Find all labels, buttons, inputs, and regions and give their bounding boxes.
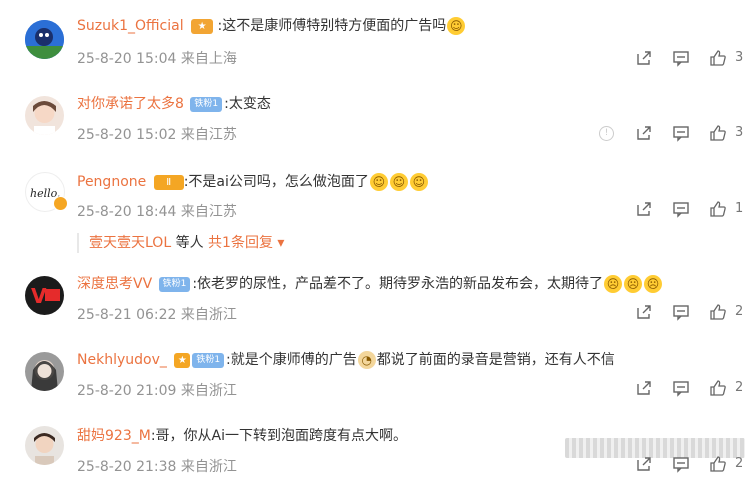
comment-text: :哥，你从Ai一下转到泡面跨度有点大啊。 xyxy=(150,428,407,444)
like-count: 3 xyxy=(735,50,744,65)
action-row: 2 xyxy=(0,379,751,399)
crying-emoji-icon: ☹ xyxy=(604,275,623,293)
like-icon[interactable] xyxy=(709,455,727,473)
action-row: 1 xyxy=(0,200,751,220)
comment-icon[interactable] xyxy=(672,49,690,67)
action-row: 2 xyxy=(0,455,751,475)
view-replies-link[interactable]: 共1条回复 ▾ xyxy=(208,235,284,251)
like-icon[interactable] xyxy=(709,303,727,321)
like-icon[interactable] xyxy=(709,124,727,142)
comment-icon[interactable] xyxy=(672,124,690,142)
like-count: 2 xyxy=(735,304,744,319)
comment-icon[interactable] xyxy=(672,455,690,473)
username[interactable]: 深度思考VV xyxy=(77,276,152,292)
username[interactable]: Suzuk1_Official xyxy=(77,18,184,34)
share-icon[interactable] xyxy=(635,200,653,218)
crying-emoji-icon: ☹ xyxy=(624,275,643,293)
share-icon[interactable] xyxy=(635,455,653,473)
username[interactable]: Nekhlyudov_ xyxy=(77,352,167,368)
reply-summary[interactable]: 壹天壹天LOL 等人 共1条回复 ▾ xyxy=(77,233,284,253)
member-crown-icon: Ⅱ xyxy=(153,174,184,190)
like-count: 1 xyxy=(735,201,744,216)
comment-icon[interactable] xyxy=(672,379,690,397)
comment-text-cont: 都说了前面的录音是营销，还有人不信 xyxy=(376,352,615,368)
comment-text: :不是ai公司吗，怎么做泡面了 xyxy=(183,174,369,190)
like-count: 2 xyxy=(735,380,744,395)
comment-icon[interactable] xyxy=(672,303,690,321)
like-icon[interactable] xyxy=(709,379,727,397)
fan-badge: 铁粉1 xyxy=(192,352,225,368)
laughing-emoji-icon: ☺ xyxy=(447,17,466,35)
username[interactable]: 甜妈923_M xyxy=(77,428,151,444)
comment-text: :这不是康师傅特别特方便面的广告吗 xyxy=(217,18,447,34)
username[interactable]: 对你承诺了太多8 xyxy=(77,96,184,112)
like-count: 3 xyxy=(735,125,744,140)
laughing-emoji-icon: ☺ xyxy=(389,173,408,191)
comment-text: :依老罗的尿性，产品差不了。期待罗永浩的新品发布会，太期待了 xyxy=(192,276,604,292)
action-row: ! 3 xyxy=(0,124,751,144)
username[interactable]: Pengnone xyxy=(77,174,146,190)
fan-badge: 铁粉1 xyxy=(190,96,223,112)
action-row: 3 xyxy=(0,49,751,69)
share-icon[interactable] xyxy=(635,303,653,321)
like-icon[interactable] xyxy=(709,200,727,218)
laughing-emoji-icon: ☺ xyxy=(409,173,428,191)
share-icon[interactable] xyxy=(635,379,653,397)
comment-text: :太变态 xyxy=(224,96,271,112)
comment-text: :就是个康师傅的广告 xyxy=(226,352,357,368)
crown-icon: ★ xyxy=(191,18,214,34)
crown-icon: ★ xyxy=(174,352,191,368)
like-icon[interactable] xyxy=(709,49,727,67)
share-icon[interactable] xyxy=(635,124,653,142)
fan-badge: 铁粉1 xyxy=(158,276,191,292)
share-icon[interactable] xyxy=(635,49,653,67)
doge-emoji-icon: ◔ xyxy=(357,351,376,369)
crying-emoji-icon: ☹ xyxy=(644,275,663,293)
laughing-emoji-icon: ☺ xyxy=(369,173,388,191)
reply-mid-text: 等人 xyxy=(171,235,209,251)
reply-username[interactable]: 壹天壹天LOL xyxy=(89,235,171,251)
comment-icon[interactable] xyxy=(672,200,690,218)
info-icon[interactable]: ! xyxy=(599,126,614,141)
like-count: 2 xyxy=(735,456,744,471)
action-row: 2 xyxy=(0,303,751,323)
